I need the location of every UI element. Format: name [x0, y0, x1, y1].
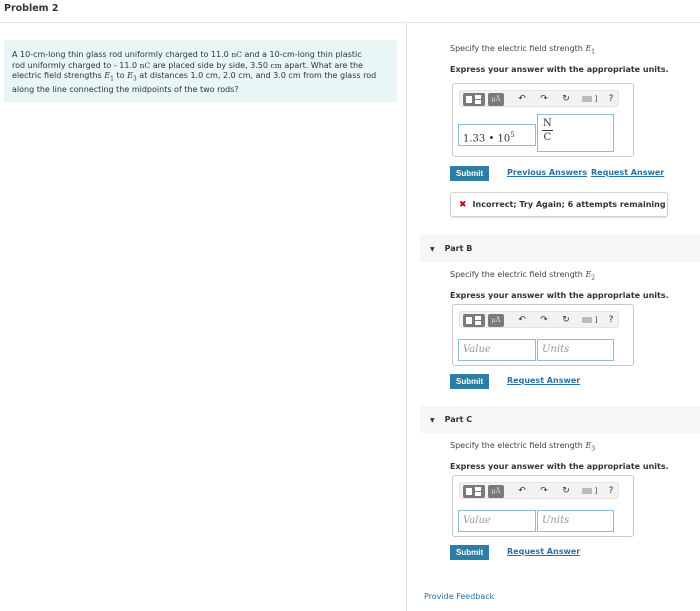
help-icon[interactable]: ?: [605, 314, 617, 327]
part-c-toolbar: μÅ ↶ ↷ ↻ ] ?: [459, 482, 619, 499]
problem-line-2: rod uniformly charged to - 11.0 nC are p…: [12, 60, 363, 70]
problem-line-1: A 10-cm-long thin glass rod uniformly ch…: [12, 50, 362, 59]
part-b-prompt: Specify the electric field strength E2: [450, 270, 596, 282]
part-b-answer-box: μÅ ↶ ↷ ↻ ] ? Value Units: [452, 304, 634, 366]
templates-icon: [466, 488, 472, 495]
part-b-toolbar: μÅ ↶ ↷ ↻ ] ?: [459, 311, 619, 328]
problem-line-4: along the line connecting the midpoints …: [12, 85, 239, 95]
undo-icon[interactable]: ↶: [516, 93, 528, 106]
part-b: Specify the electric field strength E2 E…: [450, 270, 690, 300]
problem-line-3: electric field strengths E1 to E3 at dis…: [12, 71, 377, 83]
units-button[interactable]: μÅ: [488, 93, 504, 106]
problem-title: Problem 2: [4, 3, 59, 14]
part-b-value-input[interactable]: Value: [458, 339, 536, 361]
collapse-caret-icon: ▼: [430, 246, 435, 253]
part-a-request-answer-link[interactable]: Request Answer: [591, 168, 664, 177]
help-icon[interactable]: ?: [605, 485, 617, 498]
units-fraction: N C: [542, 118, 553, 143]
part-b-request-answer-link[interactable]: Request Answer: [507, 376, 580, 385]
units-button[interactable]: μÅ: [488, 485, 504, 498]
templates-button[interactable]: [463, 93, 485, 106]
help-icon[interactable]: ?: [605, 93, 617, 106]
part-b-units-input[interactable]: Units: [537, 339, 614, 361]
part-c-units-input[interactable]: Units: [537, 510, 614, 532]
part-a-feedback: ✖ Incorrect; Try Again; 6 attempts remain…: [450, 192, 668, 217]
templates-button[interactable]: [463, 314, 485, 327]
incorrect-icon: ✖: [459, 200, 467, 210]
previous-answers-link[interactable]: Previous Answers: [507, 168, 587, 177]
part-c-instruction: Express your answer with the appropriate…: [450, 461, 669, 471]
symbol-e1: E1: [104, 71, 114, 83]
units-button[interactable]: μÅ: [488, 314, 504, 327]
column-divider: [406, 23, 407, 611]
header-divider: [0, 22, 700, 23]
provide-feedback-link[interactable]: Provide Feedback: [424, 592, 494, 601]
part-a-instruction: Express your answer with the appropriate…: [450, 64, 669, 74]
part-a: Specify the electric field strength E1 E…: [450, 44, 690, 74]
symbol-e3: E3: [127, 71, 137, 83]
redo-icon[interactable]: ↷: [538, 314, 550, 327]
problem-statement: A 10-cm-long thin glass rod uniformly ch…: [4, 40, 397, 102]
part-a-prompt: Specify the electric field strength E1: [450, 44, 596, 56]
part-b-header[interactable]: ▼ Part B: [420, 235, 700, 262]
part-a-toolbar: μÅ ↶ ↷ ↻ ] ?: [459, 90, 619, 107]
undo-icon[interactable]: ↶: [516, 314, 528, 327]
part-a-units-input[interactable]: N C: [537, 114, 614, 152]
part-b-submit-button[interactable]: Submit: [450, 374, 490, 389]
part-c-answer-box: μÅ ↶ ↷ ↻ ] ? Value Units: [452, 475, 634, 537]
templates-icon: [466, 96, 472, 103]
reset-icon[interactable]: ↻: [560, 485, 572, 498]
part-c-submit-button[interactable]: Submit: [450, 545, 490, 560]
part-a-submit-button[interactable]: Submit: [450, 166, 490, 181]
part-c-header[interactable]: ▼ Part C: [420, 406, 700, 433]
collapse-caret-icon: ▼: [430, 417, 435, 424]
undo-icon[interactable]: ↶: [516, 485, 528, 498]
templates-button[interactable]: [463, 485, 485, 498]
part-a-answer-box: μÅ ↶ ↷ ↻ ] ? 1.33 • 105 N C: [452, 83, 634, 157]
part-a-value-input[interactable]: 1.33 • 105: [458, 124, 536, 146]
part-c: Specify the electric field strength E3 E…: [450, 441, 690, 471]
reset-icon[interactable]: ↻: [560, 93, 572, 106]
redo-icon[interactable]: ↷: [538, 485, 550, 498]
part-b-instruction: Express your answer with the appropriate…: [450, 290, 669, 300]
part-c-prompt: Specify the electric field strength E3: [450, 441, 596, 453]
part-c-request-answer-link[interactable]: Request Answer: [507, 547, 580, 556]
reset-icon[interactable]: ↻: [560, 314, 572, 327]
templates-icon: [466, 317, 472, 324]
redo-icon[interactable]: ↷: [538, 93, 550, 106]
part-c-value-input[interactable]: Value: [458, 510, 536, 532]
